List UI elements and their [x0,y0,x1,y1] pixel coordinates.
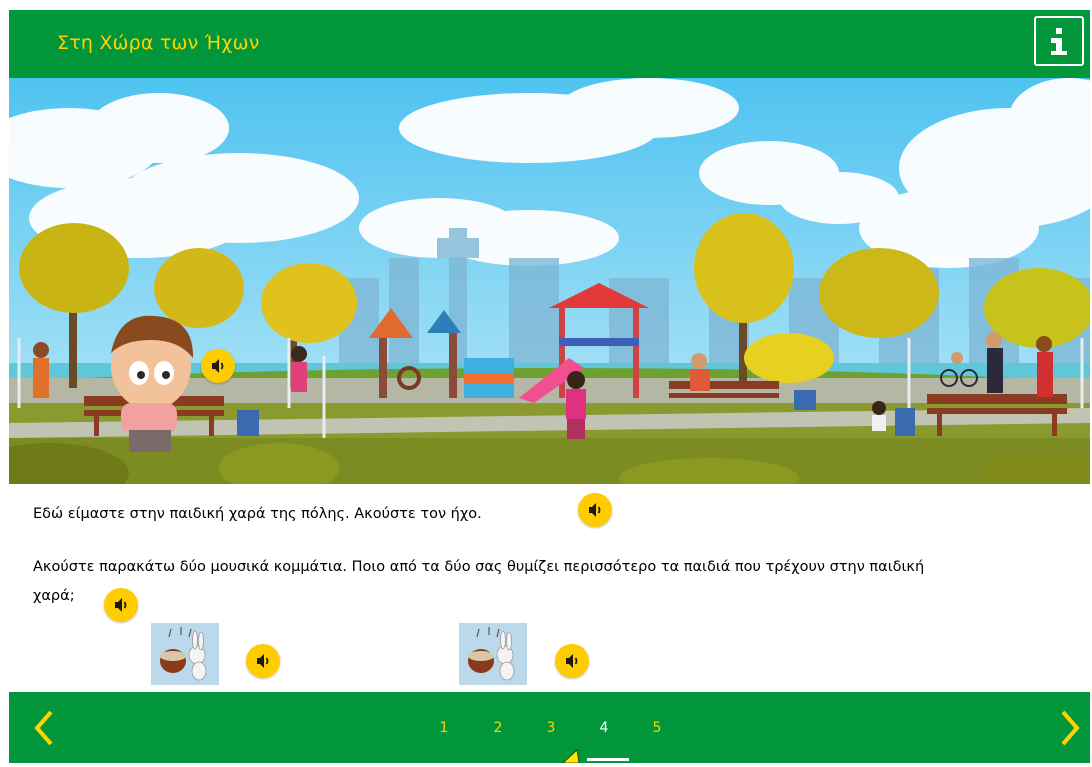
page-link-3[interactable]: 3 [541,720,561,736]
speaker-icon [257,654,269,668]
page-margin-left [0,0,9,763]
question-text-line2: χαρά; [33,588,75,604]
speaker-icon [115,598,127,612]
rabbit-drummer-icon [160,627,207,681]
intro-sound-button[interactable] [578,493,612,527]
current-page-indicator [587,758,629,761]
playground-illustration [9,78,1090,484]
music-option-1-image[interactable] [151,623,219,685]
page-link-5[interactable]: 5 [647,720,667,736]
page-link-4-current[interactable]: 4 [594,720,614,736]
pagination-bar: 1 2 3 4 5 [9,692,1090,763]
mouse-cursor-icon [555,748,585,764]
page-link-2[interactable]: 2 [488,720,508,736]
info-icon [1051,28,1067,55]
next-page-button[interactable] [1055,708,1085,748]
question-sound-button[interactable] [104,588,138,622]
intro-text: Εδώ είμαστε στην παιδική χαρά της πόλης.… [33,506,482,522]
scene-sound-button[interactable] [201,349,235,383]
music-option-2-sound-button[interactable] [555,644,589,678]
app-header: Στη Χώρα των Ήχων [9,10,1090,78]
question-text-line1: Ακούστε παρακάτω δύο μουσικά κομμάτια. Π… [33,559,925,575]
app-title: Στη Χώρα των Ήχων [57,32,260,54]
chevron-left-icon [34,710,53,746]
content-area: Εδώ είμαστε στην παιδική χαρά της πόλης.… [9,484,1090,692]
music-option-2-image[interactable] [459,623,527,685]
rabbit-drummer-icon [468,627,515,681]
speaker-icon [212,359,224,373]
music-option-1-sound-button[interactable] [246,644,280,678]
speaker-icon [589,503,601,517]
page-link-1[interactable]: 1 [434,720,454,736]
previous-page-button[interactable] [29,708,59,748]
speaker-icon [566,654,578,668]
chevron-right-icon [1061,710,1080,746]
info-button[interactable] [1034,16,1084,66]
